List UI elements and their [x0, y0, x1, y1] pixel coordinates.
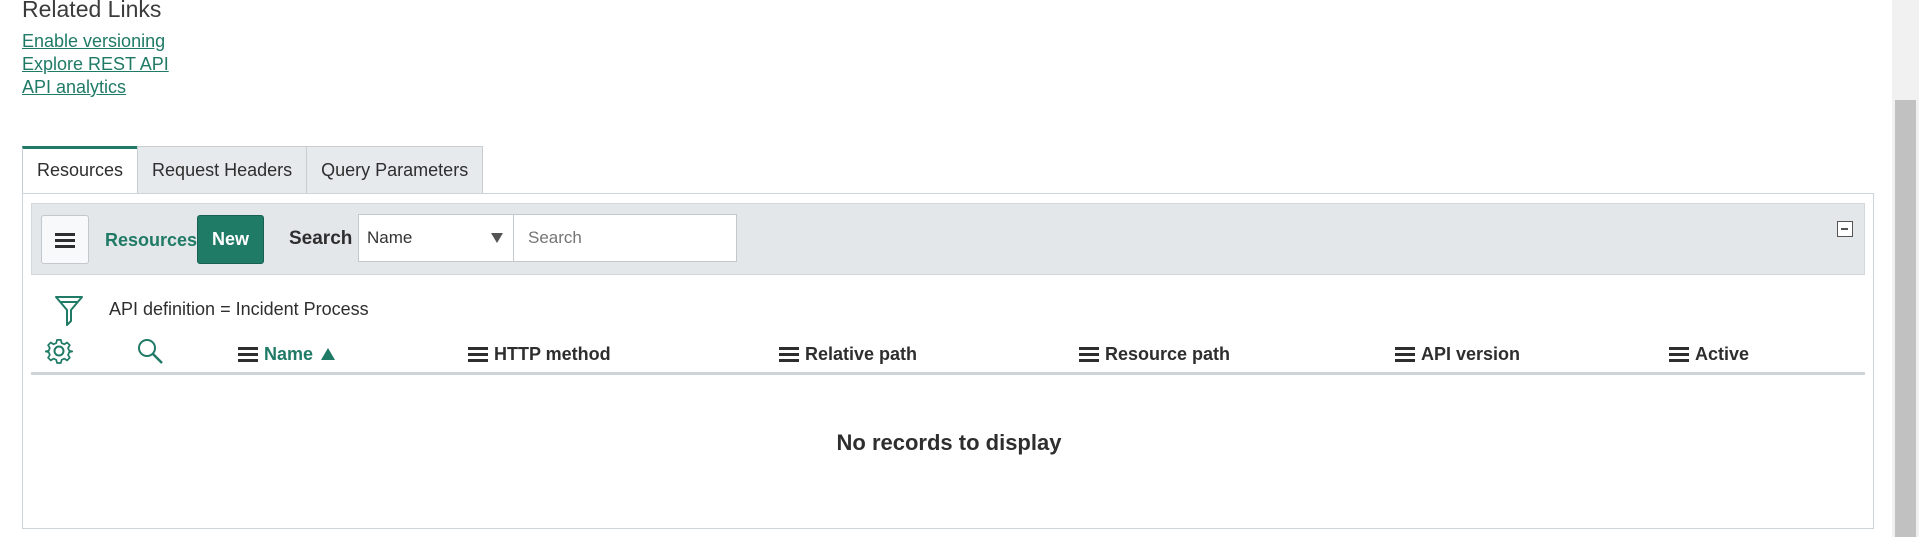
filter-funnel-icon[interactable] — [54, 294, 84, 328]
search-input[interactable] — [513, 214, 737, 262]
scrollbar-thumb[interactable] — [1895, 100, 1916, 537]
page: Related Links Enable versioning Explore … — [0, 0, 1919, 537]
column-header-api-version[interactable]: API version — [1395, 342, 1520, 366]
column-header-http-method[interactable]: HTTP method — [468, 342, 611, 366]
column-header-resource-path[interactable]: Resource path — [1079, 342, 1230, 366]
column-header-active[interactable]: Active — [1669, 342, 1749, 366]
column-menu-icon[interactable] — [779, 347, 799, 362]
tab-request-headers[interactable]: Request Headers — [137, 146, 308, 194]
column-menu-icon[interactable] — [1669, 347, 1689, 362]
vertical-scrollbar[interactable] — [1892, 0, 1919, 537]
api-analytics-link[interactable]: API analytics — [22, 76, 126, 98]
new-button[interactable]: New — [197, 215, 264, 264]
list-title[interactable]: Resources — [105, 229, 197, 251]
resources-list-panel: Resources New Search Name API definition… — [22, 193, 1874, 529]
tab-resources[interactable]: Resources — [22, 146, 139, 194]
column-menu-icon[interactable] — [238, 347, 258, 362]
column-menu-icon[interactable] — [1395, 347, 1415, 362]
column-menu-icon[interactable] — [1079, 347, 1099, 362]
sort-ascending-icon — [321, 348, 336, 360]
gear-icon[interactable] — [45, 337, 73, 365]
list-menu-button[interactable] — [41, 215, 89, 264]
dropdown-caret-icon — [491, 233, 503, 243]
table-header-row: Name HTTP method Relative path Resource … — [31, 329, 1865, 375]
search-magnifier-icon[interactable] — [136, 337, 164, 365]
collapse-icon[interactable] — [1837, 221, 1853, 237]
empty-list-message: No records to display — [836, 430, 1062, 455]
tab-bar: Resources Request Headers Query Paramete… — [22, 146, 484, 194]
column-menu-icon[interactable] — [468, 347, 488, 362]
explore-rest-api-link[interactable]: Explore REST API — [22, 53, 169, 75]
list-menu-icon — [55, 232, 75, 248]
column-label: Relative path — [805, 343, 918, 364]
column-label: API version — [1421, 343, 1521, 364]
tab-query-parameters[interactable]: Query Parameters — [306, 146, 484, 194]
column-header-name[interactable]: Name — [238, 342, 336, 366]
filter-breadcrumb[interactable]: API definition = Incident Process — [109, 298, 369, 320]
column-label: HTTP method — [494, 343, 611, 364]
column-label: Name — [264, 343, 314, 364]
enable-versioning-link[interactable]: Enable versioning — [22, 30, 165, 52]
search-field-selected: Name — [367, 228, 413, 247]
related-links-title: Related Links — [22, 0, 162, 22]
search-field-select[interactable]: Name — [358, 214, 513, 262]
column-header-relative-path[interactable]: Relative path — [779, 342, 917, 366]
search-label: Search — [289, 228, 353, 249]
list-toolbar: Resources New Search Name — [31, 203, 1865, 275]
column-label: Active — [1695, 343, 1750, 364]
column-label: Resource path — [1105, 343, 1231, 364]
